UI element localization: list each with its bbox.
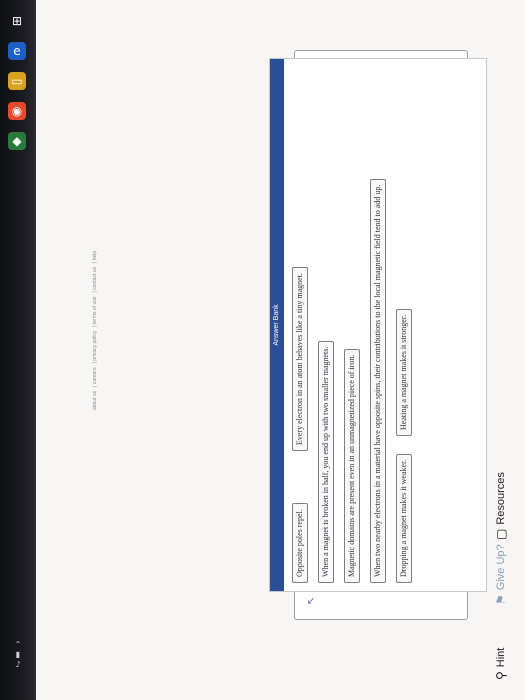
answer-bank-title: Answer Bank bbox=[270, 59, 284, 591]
system-tray: ⌃ ▮ ♪ bbox=[14, 640, 22, 669]
footer-link[interactable]: careers bbox=[92, 367, 98, 384]
resources-icon: ▢ bbox=[494, 528, 508, 540]
footer-links: about us| careers| privacy policy| terms… bbox=[92, 250, 98, 410]
answer-chip[interactable]: When two nearby electrons in a material … bbox=[370, 178, 386, 583]
flag-icon: ⚑ bbox=[494, 594, 508, 605]
footer-link[interactable]: about us bbox=[92, 391, 98, 410]
lightbulb-icon: ⚲ bbox=[494, 671, 508, 680]
resources-label: Resources bbox=[495, 472, 507, 525]
answer-bank: Answer Bank Opposite poles repel. Every … bbox=[269, 58, 487, 592]
folder-icon[interactable]: ▭ bbox=[8, 72, 26, 90]
app-icon[interactable]: ◆ bbox=[8, 132, 26, 150]
hint-label: Hint bbox=[495, 647, 507, 668]
question-page: ▢ Resources ⚑ Give Up? ⚲ Hint Answer Ban… bbox=[36, 0, 525, 700]
give-up-label: Give Up? bbox=[495, 544, 507, 591]
answer-chip[interactable]: Dropping a magnet makes it weaker. bbox=[396, 453, 412, 583]
footer-link[interactable]: privacy policy bbox=[92, 331, 98, 361]
footer-link[interactable]: terms of use bbox=[92, 296, 98, 324]
answer-chip[interactable]: When a magnet is broken in half, you end… bbox=[318, 340, 334, 583]
answer-chip[interactable]: Opposite poles repel. bbox=[292, 503, 308, 583]
screen: ⊞ e ▭ ◉ ◆ ⌃ ▮ ♪ ▢ Resources ⚑ Give Up? ⚲ H… bbox=[0, 0, 525, 700]
taskbar: ⊞ e ▭ ◉ ◆ ⌃ ▮ ♪ bbox=[0, 0, 36, 700]
cursor-icon: ↖ bbox=[306, 596, 317, 605]
resources-button[interactable]: ▢ Resources bbox=[490, 472, 512, 540]
start-icon[interactable]: ⊞ bbox=[8, 12, 26, 30]
answer-chip[interactable]: Heating a magnet makes it stronger. bbox=[396, 308, 412, 436]
footer-link[interactable]: help bbox=[92, 251, 98, 260]
chrome-icon[interactable]: ◉ bbox=[8, 102, 26, 120]
answer-chip[interactable]: Magnetic domains are present even in an … bbox=[344, 348, 360, 583]
answer-chip[interactable]: Every electron in an atom behaves like a… bbox=[292, 267, 308, 451]
edge-icon[interactable]: e bbox=[8, 42, 26, 60]
hint-button[interactable]: ⚲ Hint bbox=[490, 648, 512, 680]
give-up-button[interactable]: ⚑ Give Up? bbox=[490, 544, 512, 605]
footer-link[interactable]: contact us bbox=[92, 267, 98, 290]
